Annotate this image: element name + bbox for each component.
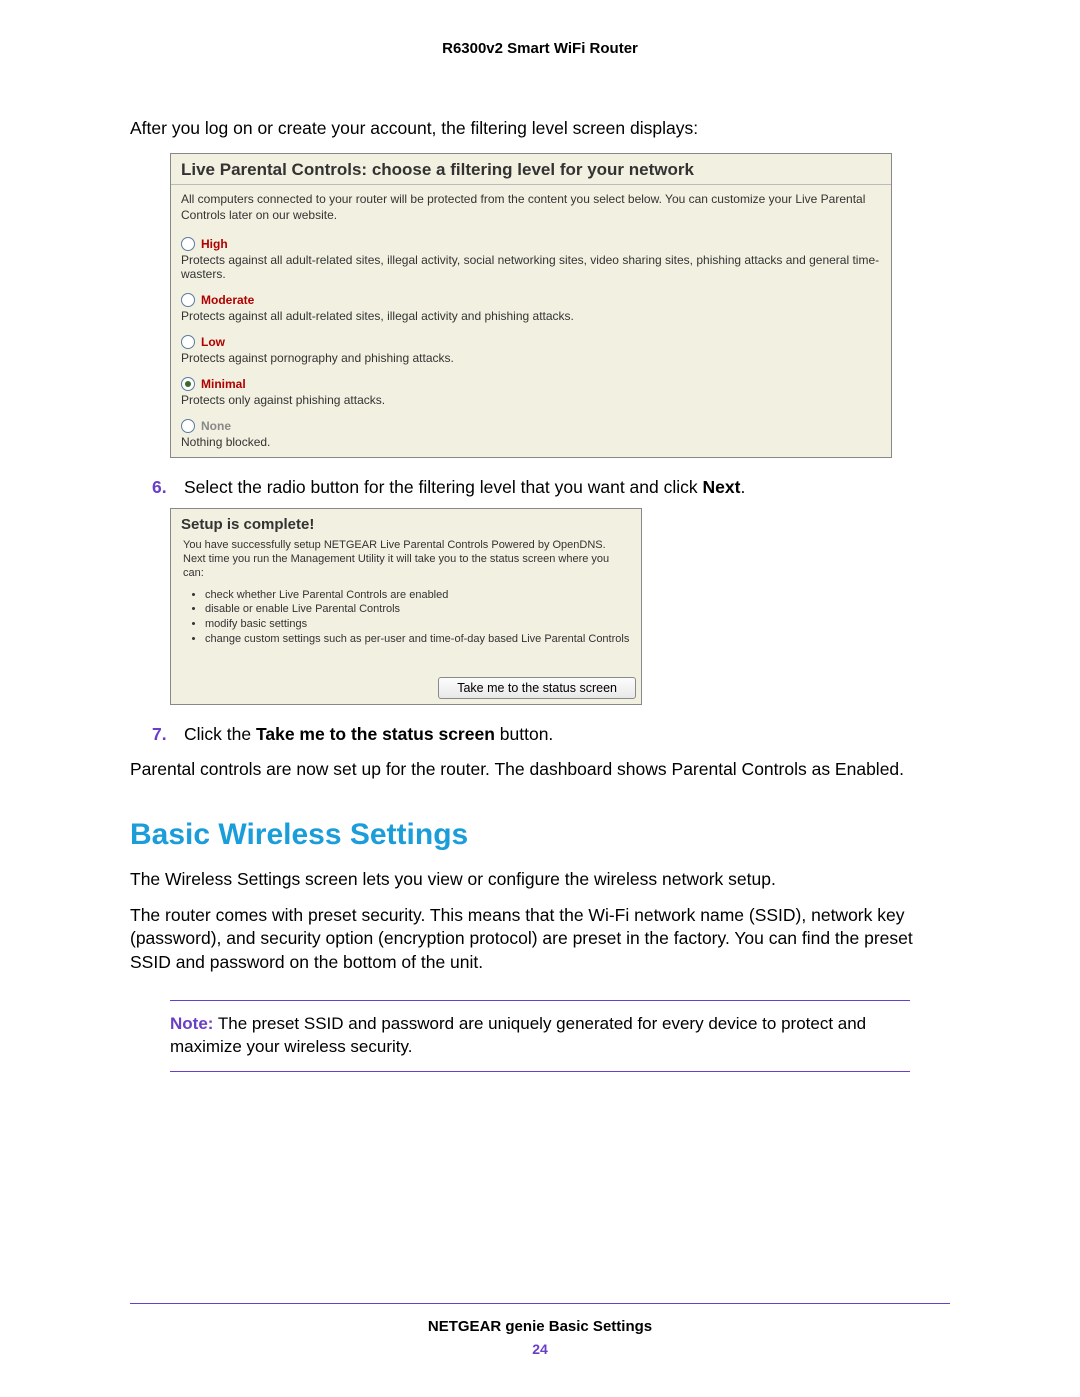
section-heading: Basic Wireless Settings (130, 818, 950, 852)
option-low[interactable]: Low Protects against pornography and phi… (171, 331, 891, 373)
step-text-b: . (740, 477, 745, 497)
radio-icon (181, 335, 195, 349)
option-none[interactable]: None Nothing blocked. (171, 415, 891, 457)
panel2-title: Setup is complete! (171, 509, 641, 536)
intro-text: After you log on or create your account,… (130, 117, 950, 141)
note-label: Note: (170, 1014, 213, 1033)
bullet-item: disable or enable Live Parental Controls (205, 602, 641, 617)
panel1-subtitle: All computers connected to your router w… (171, 185, 891, 233)
step-bold: Take me to the status screen (256, 724, 495, 744)
footer-title: NETGEAR genie Basic Settings (130, 1318, 950, 1335)
step-text-b: button. (495, 724, 553, 744)
radio-icon (181, 293, 195, 307)
bullet-item: modify basic settings (205, 617, 641, 632)
parental-controls-panel: Live Parental Controls: choose a filteri… (170, 153, 892, 458)
bullet-item: change custom settings such as per-user … (205, 632, 641, 647)
option-desc: Protects against all adult-related sites… (181, 253, 881, 281)
panel2-bullets: check whether Live Parental Controls are… (205, 588, 641, 647)
step-number: 6. (152, 476, 172, 500)
page-footer: NETGEAR genie Basic Settings 24 (130, 1295, 950, 1357)
step-text-a: Select the radio button for the filterin… (184, 477, 703, 497)
footer-page-number: 24 (130, 1341, 950, 1357)
note-body: The preset SSID and password are uniquel… (170, 1014, 866, 1056)
step-text: Click the Take me to the status screen b… (184, 723, 553, 747)
take-me-to-status-button[interactable]: Take me to the status screen (438, 677, 636, 699)
step-bold: Next (703, 477, 741, 497)
option-label: Minimal (201, 377, 246, 391)
option-desc: Protects only against phishing attacks. (181, 393, 881, 407)
section-p2: The router comes with preset security. T… (130, 904, 950, 975)
option-label: High (201, 237, 228, 251)
closing-text: Parental controls are now set up for the… (130, 758, 950, 782)
radio-icon-selected (181, 377, 195, 391)
note-rule-bottom (170, 1071, 910, 1072)
step-text: Select the radio button for the filterin… (184, 476, 745, 500)
option-desc: Nothing blocked. (181, 435, 881, 449)
option-desc: Protects against all adult-related sites… (181, 309, 881, 323)
note-block: Note: The preset SSID and password are u… (170, 1000, 910, 1072)
panel1-title: Live Parental Controls: choose a filteri… (171, 154, 891, 185)
section-p1: The Wireless Settings screen lets you vi… (130, 868, 950, 892)
step-number: 7. (152, 723, 172, 747)
panel2-sub: You have successfully setup NETGEAR Live… (171, 536, 641, 585)
step-7: 7. Click the Take me to the status scree… (152, 723, 950, 747)
note-text: Note: The preset SSID and password are u… (170, 1005, 910, 1067)
radio-icon (181, 419, 195, 433)
option-label: Low (201, 335, 225, 349)
radio-icon (181, 237, 195, 251)
page-header-title: R6300v2 Smart WiFi Router (130, 40, 950, 57)
option-label: Moderate (201, 293, 254, 307)
note-rule-top (170, 1000, 910, 1001)
step-text-a: Click the (184, 724, 256, 744)
step-6: 6. Select the radio button for the filte… (152, 476, 950, 500)
bullet-item: check whether Live Parental Controls are… (205, 588, 641, 603)
footer-rule (130, 1303, 950, 1304)
option-minimal[interactable]: Minimal Protects only against phishing a… (171, 373, 891, 415)
option-moderate[interactable]: Moderate Protects against all adult-rela… (171, 289, 891, 331)
option-label: None (201, 419, 231, 433)
option-desc: Protects against pornography and phishin… (181, 351, 881, 365)
option-high[interactable]: High Protects against all adult-related … (171, 233, 891, 289)
setup-complete-panel: Setup is complete! You have successfully… (170, 508, 642, 705)
